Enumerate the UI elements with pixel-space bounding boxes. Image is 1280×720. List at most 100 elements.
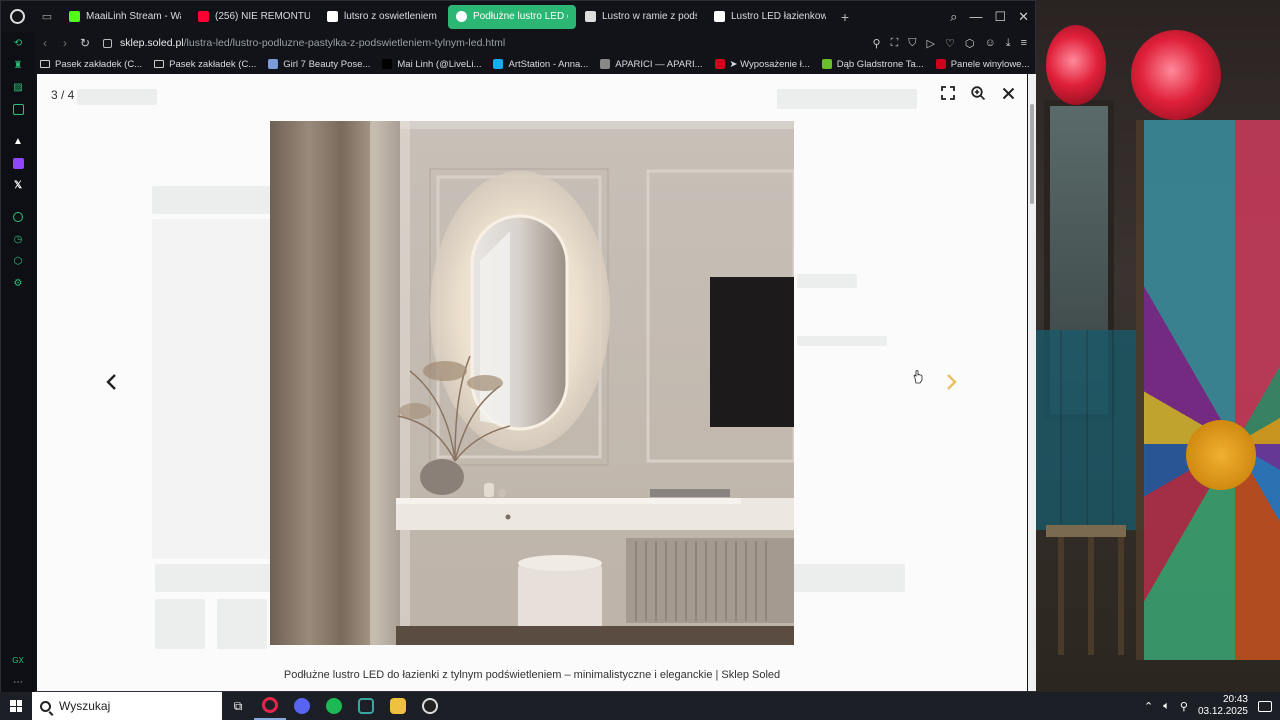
taskbar-opera-gx[interactable] [254, 692, 286, 720]
pin-icon[interactable]: ⚲ [873, 37, 881, 50]
bookmark-item[interactable]: Pasek zakładek (C... [35, 59, 147, 70]
lock-icon[interactable] [103, 38, 112, 48]
next-image-button[interactable] [940, 370, 964, 394]
previous-image-button[interactable] [99, 370, 123, 394]
sidebar-robot-icon[interactable]: ♜ [1, 54, 35, 76]
taskbar-obs[interactable] [414, 692, 446, 720]
sidebar-history-icon[interactable]: ◷ [1, 228, 35, 250]
back-button[interactable]: ‹ [35, 36, 55, 50]
bookmark-item[interactable]: Mai Linh (@LiveLi... [377, 59, 486, 70]
download-icon[interactable]: ⤓ [1006, 37, 1011, 50]
bookmark-item[interactable]: APARICI — APARI... [595, 59, 707, 70]
bookmark-label: Pasek zakładek (C... [55, 58, 143, 70]
browser-window: ▭ MaaiLinh Stream - Watch (256) NIE REMON… [0, 0, 1038, 693]
bookmark-item[interactable]: Dąb Gladstrone Ta... [817, 59, 929, 70]
shield-icon[interactable]: ⛉ [908, 37, 916, 50]
scrollbar-thumb[interactable] [1030, 104, 1034, 204]
taskbar-explorer[interactable] [382, 692, 414, 720]
system-tray: ⌃ 🔈︎ ⚲ 20:43 03.12.2025 [1144, 694, 1280, 718]
search-tabs-icon[interactable]: ⌕ [950, 9, 957, 25]
bookmark-item[interactable]: Panele winylowe... [931, 59, 1035, 70]
sidebar-aria-icon[interactable]: ⟲ [1, 32, 35, 54]
sidebar-extensions-icon[interactable]: ⬡ [1, 250, 35, 272]
tab-strip: MaaiLinh Stream - Watch (256) NIE REMONTU… [61, 4, 835, 29]
new-tab-button[interactable]: + [835, 9, 855, 25]
chevron-left-icon [106, 374, 116, 390]
taskbar-discord[interactable] [286, 692, 318, 720]
task-view-icon: ⧉ [233, 698, 243, 713]
sidebar-more-icon[interactable]: ⋯ [1, 671, 35, 693]
bookmark-label: ArtStation - Anna... [508, 58, 589, 70]
heart-icon[interactable]: ♡ [945, 37, 955, 50]
ghost-text [797, 336, 887, 346]
volume-icon[interactable]: 🔈︎ [1163, 700, 1170, 713]
tab-5[interactable]: Lustro LED łazienkowe ov [706, 5, 834, 29]
sidebar-settings-icon[interactable]: ⚙ [1, 272, 35, 294]
reload-button[interactable]: ↻ [75, 36, 95, 50]
site-icon [600, 59, 611, 69]
start-button[interactable] [0, 692, 32, 720]
minimize-button[interactable]: — [969, 9, 982, 24]
sidebar-x-icon[interactable]: 𝕏 [1, 174, 35, 196]
taskbar-xbox[interactable] [350, 692, 382, 720]
bookmark-item[interactable]: Pasek zakładek (C... [149, 59, 261, 70]
opera-sidebar: ⟲ ♜ ▨ ▲ 𝕏 ◷ ⬡ ⚙ GX ⋯ [1, 32, 35, 693]
artstation-icon [493, 59, 504, 69]
fullscreen-button[interactable] [939, 84, 957, 102]
sidebar-gx-icon[interactable]: GX [1, 649, 35, 671]
bathroom-scene [270, 121, 794, 645]
menu-icon[interactable]: ≡ [1021, 37, 1027, 50]
workspaces-icon[interactable]: ▭ [33, 1, 61, 32]
address-bar-actions: ⚲ ⛶ ⛉ ▷ ♡ ⬡ ☺ ⤓ ≡ [873, 37, 1038, 50]
taskbar-spotify[interactable] [318, 692, 350, 720]
sidebar-gallery-icon[interactable]: ▨ [1, 76, 35, 98]
play-icon[interactable]: ▷ [927, 37, 935, 50]
tab-favicon-icon [456, 11, 467, 22]
profile-icon[interactable]: ☺ [984, 37, 995, 50]
tab-3[interactable]: Podłużne lustro LED do ł [448, 4, 576, 29]
forward-button[interactable]: › [55, 36, 75, 50]
bookmark-item[interactable]: Girl 7 Beauty Pose... [263, 59, 375, 70]
page-scrollbar[interactable] [1028, 74, 1036, 691]
bookmark-label: Mai Linh (@LiveLi... [397, 58, 482, 70]
url-host: sklep.soled.pl [120, 37, 184, 49]
extensions-icon[interactable]: ⬡ [965, 37, 975, 50]
task-view-button[interactable]: ⧉ [222, 692, 254, 720]
notifications-icon[interactable] [1258, 700, 1272, 712]
bookmark-item[interactable]: ➤ Wyposażenie ł... [710, 59, 815, 70]
url-field[interactable]: sklep.soled.pl/lustra-led/lustro-podluzn… [120, 37, 505, 49]
x-icon [382, 59, 393, 69]
n-icon [714, 59, 725, 69]
bookmark-item[interactable]: ArtStation - Anna... [488, 59, 593, 70]
sidebar-player-icon[interactable] [1, 206, 35, 228]
sidebar-mail-icon[interactable] [1, 98, 35, 120]
taskbar: Wyszukaj ⧉ ⌃ 🔈︎ ⚲ 20:43 03.12.2025 [0, 692, 1280, 720]
tab-2[interactable]: lutsro z oswietleniem za [319, 5, 447, 29]
snapshot-icon[interactable]: ⛶ [891, 37, 899, 50]
tab-4[interactable]: Lustro w ramie z podświ [577, 5, 705, 29]
clock[interactable]: 20:43 03.12.2025 [1198, 694, 1248, 718]
opera-icon [9, 9, 25, 24]
sidebar-twitch-icon[interactable] [1, 152, 35, 174]
taskbar-search[interactable]: Wyszukaj [32, 692, 222, 720]
sidebar-artstation-icon[interactable]: ▲ [1, 130, 35, 152]
ghost-thumb-2 [217, 599, 267, 649]
close-window-button[interactable]: ✕ [1018, 9, 1029, 25]
tab-favicon-icon [585, 11, 596, 22]
opera-menu-button[interactable] [1, 1, 33, 32]
chevron-up-icon[interactable]: ⌃ [1144, 700, 1153, 713]
hand-cursor-icon [913, 370, 923, 384]
windows-icon [10, 700, 22, 712]
tab-1[interactable]: (256) NIE REMONTUJ ŁA [190, 5, 318, 29]
network-icon[interactable]: ⚲ [1180, 700, 1188, 713]
tab-favicon-icon [714, 11, 725, 22]
tab-favicon-icon [327, 11, 338, 22]
bookmark-label: APARICI — APARI... [615, 58, 703, 70]
maximize-button[interactable]: ☐ [994, 9, 1006, 25]
ghost-breadcrumb [152, 186, 272, 214]
fullscreen-icon [941, 86, 955, 100]
zoom-button[interactable] [969, 84, 987, 102]
close-lightbox-button[interactable] [999, 84, 1017, 102]
tab-0[interactable]: MaaiLinh Stream - Watch [61, 5, 189, 29]
xbox-icon [358, 698, 374, 714]
